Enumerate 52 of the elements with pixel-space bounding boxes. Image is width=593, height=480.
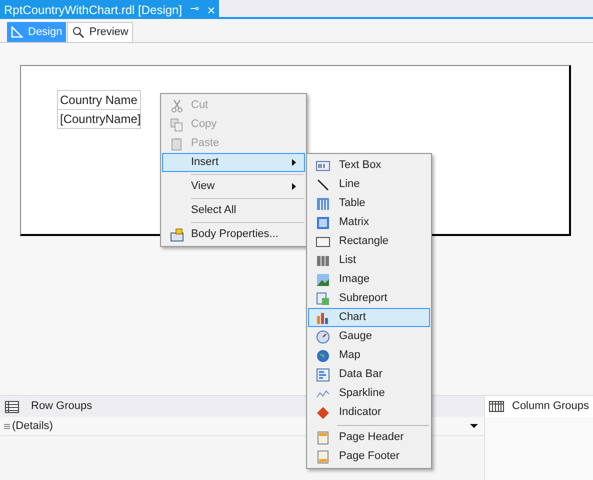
menu-item[interactable]: Data Bar: [308, 365, 430, 384]
dropdown-icon[interactable]: [470, 424, 478, 428]
rectangle-icon: [316, 234, 330, 248]
properties-icon: [170, 228, 184, 242]
page-footer-icon: [316, 450, 330, 464]
data-bar-icon: [316, 368, 330, 382]
menu-item[interactable]: Chart: [308, 308, 430, 327]
bar-chart-icon: [316, 310, 330, 324]
row-groups-icon: [5, 400, 19, 412]
row-groups-title: Row Groups: [31, 399, 92, 414]
menu-item[interactable]: Gauge: [308, 327, 430, 346]
grip-icon: [4, 423, 10, 429]
menu-item[interactable]: Sparkline: [308, 384, 430, 403]
menu-item[interactable]: Matrix: [308, 213, 430, 232]
diamond-icon: [316, 406, 330, 420]
submenu-arrow-icon: [292, 183, 296, 190]
text-box-icon: [316, 158, 330, 172]
subreport-icon: [316, 292, 330, 306]
menu-item[interactable]: Subreport: [308, 289, 430, 308]
report-textbox[interactable]: Country Name: [57, 90, 141, 110]
menu-item[interactable]: Rectangle: [308, 232, 430, 251]
table-icon: [316, 196, 330, 210]
ruler-icon: [11, 26, 24, 38]
column-groups-icon: [489, 401, 504, 412]
scissors-icon: [170, 98, 184, 112]
view-tab[interactable]: Preview: [67, 22, 134, 42]
menu-item[interactable]: Select All: [162, 201, 305, 220]
image-icon: [316, 272, 330, 286]
page-header-icon: [316, 430, 330, 444]
menu-item[interactable]: Body Properties...: [162, 225, 305, 244]
menu-item[interactable]: Table: [308, 194, 430, 213]
line-icon: [316, 178, 330, 192]
menu-item[interactable]: Image: [308, 270, 430, 289]
group-label: (Details): [12, 418, 54, 434]
menu-item[interactable]: Insert: [162, 153, 305, 172]
document-title: RptCountryWithChart.rdl [Design]: [4, 2, 182, 18]
menu-item[interactable]: Map: [308, 346, 430, 365]
list-icon: [316, 254, 330, 268]
menu-item[interactable]: Text Box: [308, 156, 430, 175]
globe-icon: [316, 348, 330, 362]
submenu-arrow-icon: [292, 159, 296, 166]
column-groups-title: Column Groups: [512, 399, 590, 414]
gauge-icon: [316, 330, 330, 344]
magnifier-icon: [72, 26, 86, 39]
menu-item[interactable]: List: [308, 251, 430, 270]
menu-item[interactable]: Page Footer: [308, 447, 430, 466]
menu-item[interactable]: View: [162, 177, 305, 196]
copy-icon: [170, 118, 184, 132]
report-textbox[interactable]: [CountryName]: [57, 109, 141, 129]
menu-item[interactable]: Line: [308, 175, 430, 194]
clipboard-icon: [170, 136, 184, 150]
matrix-icon: [316, 216, 330, 230]
